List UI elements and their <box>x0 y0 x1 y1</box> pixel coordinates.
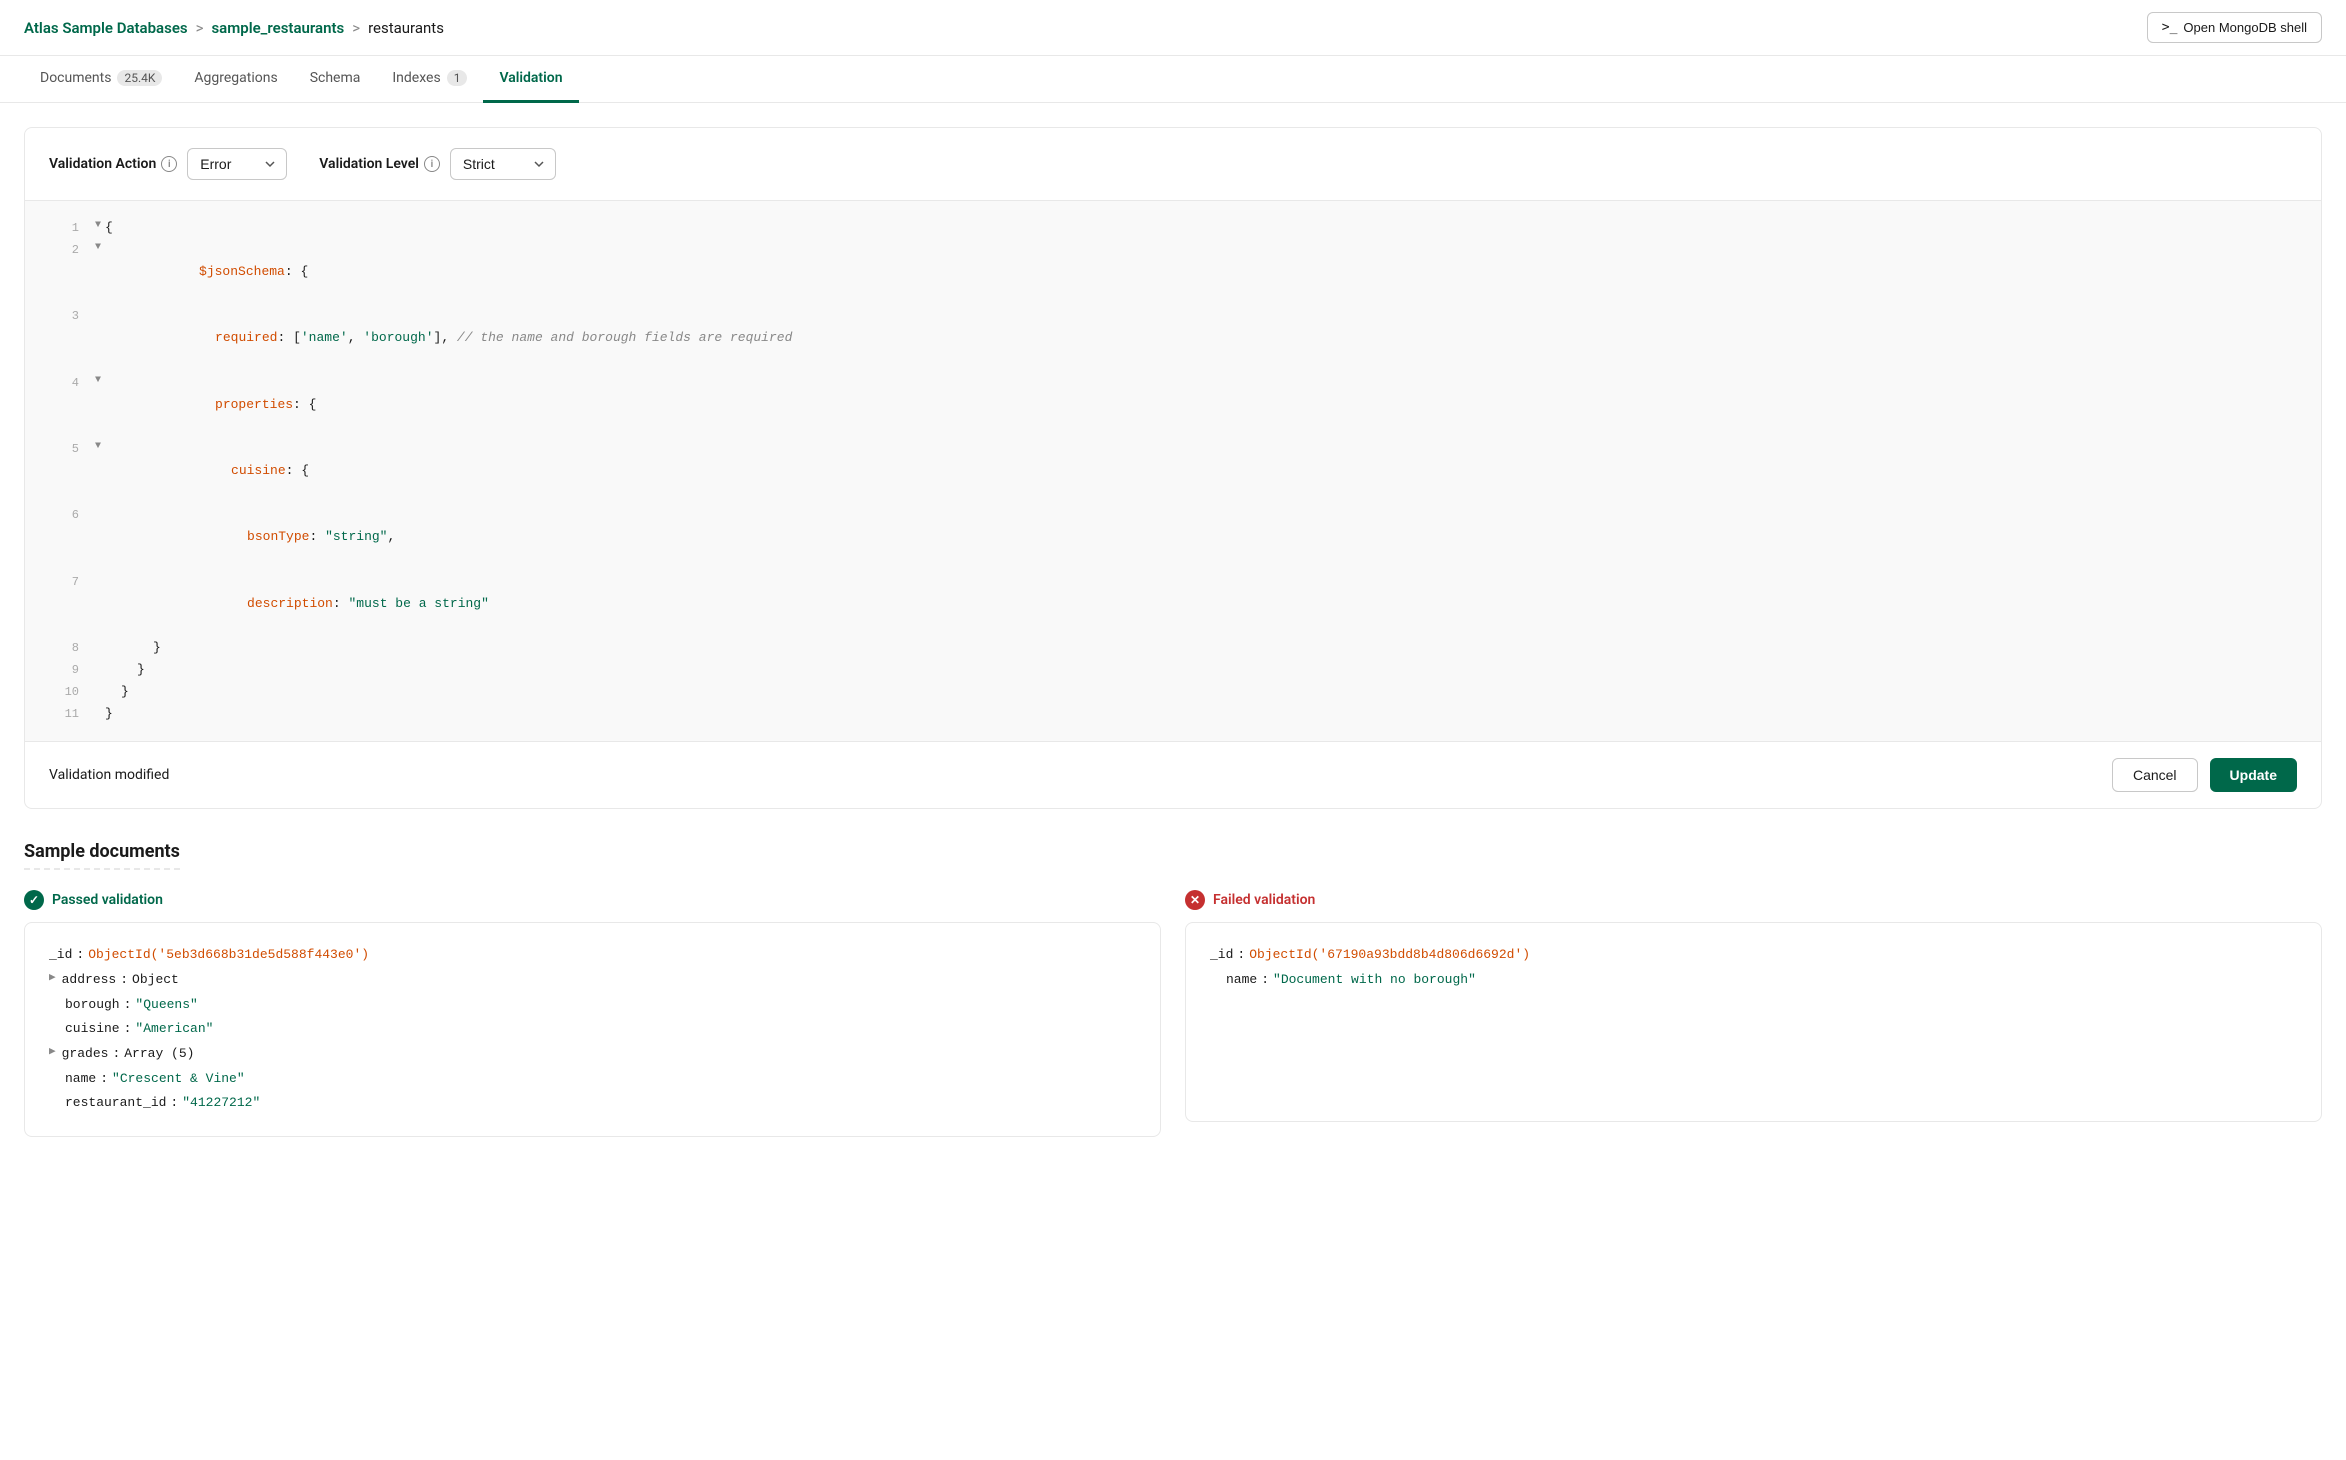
code-line-8: 8 ▶ } <box>49 637 2297 659</box>
tab-indexes[interactable]: Indexes 1 <box>376 56 483 103</box>
breadcrumb-document: restaurants <box>368 19 444 37</box>
code-line-5: 5 ▼ cuisine: { <box>49 438 2297 504</box>
tab-aggregations[interactable]: Aggregations <box>178 56 293 103</box>
sample-docs-title: Sample documents <box>24 841 180 870</box>
footer-buttons: Cancel Update <box>2112 758 2297 792</box>
tab-validation[interactable]: Validation <box>483 56 578 103</box>
code-line-1: 1 ▼ { <box>49 217 2297 239</box>
validation-action-group: Validation Action i Error Warn <box>49 148 287 180</box>
failed-icon: ✕ <box>1185 890 1205 910</box>
code-line-3: 3 ▶ required: ['name', 'borough'], // th… <box>49 305 2297 371</box>
passed-field-cuisine: cuisine : "American" <box>49 1017 1136 1042</box>
breadcrumb-separator-1: > <box>196 19 204 37</box>
code-line-2: 2 ▼ $jsonSchema: { <box>49 239 2297 305</box>
terminal-icon: >_ <box>2162 20 2178 35</box>
tab-validation-label: Validation <box>499 70 562 86</box>
top-bar: Atlas Sample Databases > sample_restaura… <box>0 0 2346 56</box>
passed-field-name: name : "Crescent & Vine" <box>49 1067 1136 1092</box>
tab-schema[interactable]: Schema <box>294 56 377 103</box>
validation-level-group: Validation Level i Strict Moderate Off <box>319 148 556 180</box>
passed-field-borough: borough : "Queens" <box>49 993 1136 1018</box>
tab-documents-badge: 25.4K <box>117 70 162 86</box>
code-line-11: 11 ▶ } <box>49 703 2297 725</box>
breadcrumb-collection[interactable]: sample_restaurants <box>211 19 344 37</box>
main-content: Validation Action i Error Warn Validatio… <box>0 103 2346 1161</box>
code-line-9: 9 ▶ } <box>49 659 2297 681</box>
failed-status-header: ✕ Failed validation <box>1185 890 2322 910</box>
failed-label: Failed validation <box>1213 892 1315 908</box>
breadcrumb-separator-2: > <box>352 19 360 37</box>
open-shell-button[interactable]: >_ Open MongoDB shell <box>2147 12 2322 43</box>
failed-column: ✕ Failed validation _id : ObjectId('6719… <box>1185 890 2322 1137</box>
validation-level-select[interactable]: Strict Moderate Off <box>450 148 556 180</box>
validation-action-select[interactable]: Error Warn <box>187 148 287 180</box>
code-line-10: 10 ▶ } <box>49 681 2297 703</box>
toggle-arrow-5[interactable]: ▼ <box>95 438 101 455</box>
toggle-arrow-2[interactable]: ▼ <box>95 239 101 256</box>
validation-panel: Validation Action i Error Warn Validatio… <box>24 127 2322 809</box>
breadcrumb: Atlas Sample Databases > sample_restaura… <box>24 19 444 37</box>
validation-footer: Validation modified Cancel Update <box>25 742 2321 808</box>
validation-level-label: Validation Level i <box>319 156 440 172</box>
passed-field-grades: ▶ grades : Array (5) <box>49 1042 1136 1067</box>
code-line-4: 4 ▼ properties: { <box>49 372 2297 438</box>
failed-field-id: _id : ObjectId('67190a93bdd8b4d806d6692d… <box>1210 943 2297 968</box>
passed-field-address: ▶ address : Object <box>49 968 1136 993</box>
toggle-arrow-4[interactable]: ▼ <box>95 372 101 389</box>
failed-doc-card: _id : ObjectId('67190a93bdd8b4d806d6692d… <box>1185 922 2322 1122</box>
docs-grid: ✓ Passed validation _id : ObjectId('5eb3… <box>24 890 2322 1137</box>
tab-documents-label: Documents <box>40 70 111 86</box>
code-line-6: 6 ▶ bsonType: "string", <box>49 504 2297 570</box>
tab-indexes-badge: 1 <box>447 70 468 86</box>
validation-level-info-icon[interactable]: i <box>424 156 440 172</box>
passed-doc-card: _id : ObjectId('5eb3d668b31de5d588f443e0… <box>24 922 1161 1137</box>
toggle-arrow-1[interactable]: ▼ <box>95 217 101 234</box>
tab-documents[interactable]: Documents 25.4K <box>24 56 178 103</box>
nav-tabs: Documents 25.4K Aggregations Schema Inde… <box>0 56 2346 103</box>
validation-modified-text: Validation modified <box>49 767 169 783</box>
tab-schema-label: Schema <box>310 70 361 86</box>
passed-label: Passed validation <box>52 892 163 908</box>
passed-column: ✓ Passed validation _id : ObjectId('5eb3… <box>24 890 1161 1137</box>
passed-field-id: _id : ObjectId('5eb3d668b31de5d588f443e0… <box>49 943 1136 968</box>
passed-status-header: ✓ Passed validation <box>24 890 1161 910</box>
validation-action-label: Validation Action i <box>49 156 177 172</box>
passed-icon: ✓ <box>24 890 44 910</box>
tab-aggregations-label: Aggregations <box>194 70 277 86</box>
validation-controls: Validation Action i Error Warn Validatio… <box>25 128 2321 201</box>
code-editor[interactable]: 1 ▼ { 2 ▼ $jsonSchema: { 3 ▶ required: [… <box>25 201 2321 742</box>
tab-indexes-label: Indexes <box>392 70 440 86</box>
address-toggle[interactable]: ▶ <box>49 968 56 989</box>
sample-docs-section: Sample documents ✓ Passed validation _id… <box>24 841 2322 1137</box>
grades-toggle[interactable]: ▶ <box>49 1042 56 1063</box>
code-line-7: 7 ▶ description: "must be a string" <box>49 571 2297 637</box>
breadcrumb-root[interactable]: Atlas Sample Databases <box>24 19 188 37</box>
open-shell-label: Open MongoDB shell <box>2183 20 2307 35</box>
validation-action-info-icon[interactable]: i <box>161 156 177 172</box>
failed-field-name: name : "Document with no borough" <box>1210 968 2297 993</box>
update-button[interactable]: Update <box>2210 758 2297 792</box>
passed-field-restaurant-id: restaurant_id : "41227212" <box>49 1091 1136 1116</box>
cancel-button[interactable]: Cancel <box>2112 758 2198 792</box>
